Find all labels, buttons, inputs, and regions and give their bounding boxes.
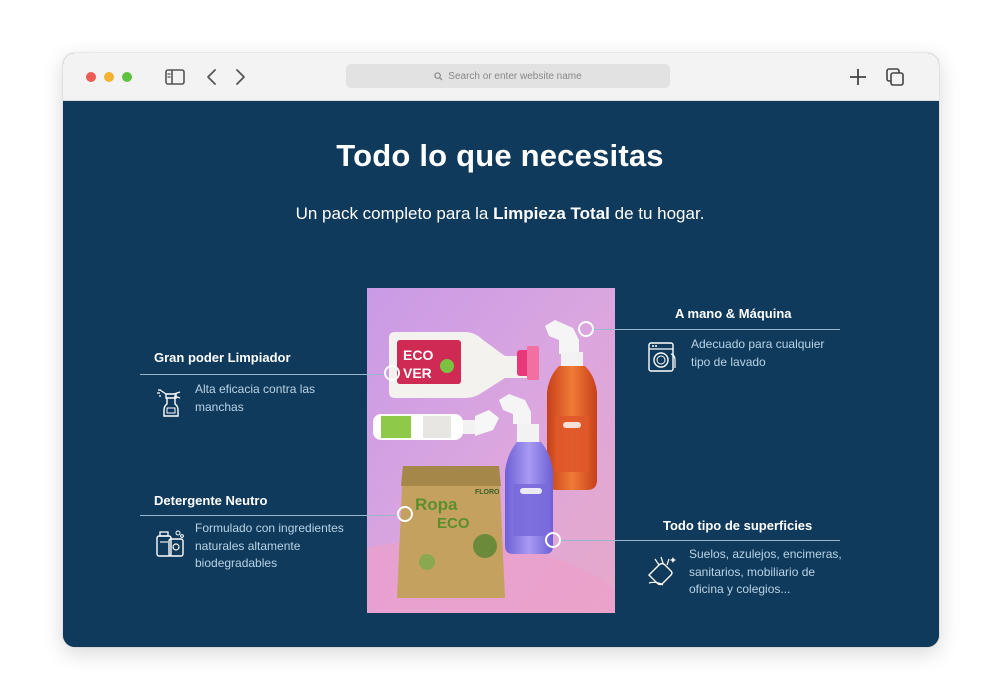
cleaning-products-image: ECO VER Ropa ECO FLORO bbox=[367, 288, 615, 613]
feature-title-superficies: Todo tipo de superficies bbox=[663, 518, 813, 533]
desc-line: biodegradables bbox=[195, 556, 278, 570]
desc-line: Alta eficacia contra las bbox=[195, 382, 316, 396]
spray-bottle-icon bbox=[157, 389, 181, 417]
address-bar[interactable]: Search or enter website name bbox=[346, 64, 670, 88]
hotspot-superficies[interactable] bbox=[545, 532, 561, 548]
sidebar-toggle-icon[interactable] bbox=[164, 66, 186, 88]
page-title: Todo lo que necesitas bbox=[336, 138, 664, 173]
page-subtitle: Un pack completo para la Limpieza Total … bbox=[0, 204, 1000, 224]
connector-line-gran-poder bbox=[140, 374, 386, 375]
feature-desc-gran-poder: Alta eficacia contra las manchas bbox=[195, 381, 315, 416]
subtitle-suffix: de tu hogar. bbox=[609, 204, 705, 223]
search-icon bbox=[434, 71, 443, 81]
cleaning-hand-icon bbox=[648, 556, 676, 586]
back-arrow-icon[interactable] bbox=[201, 66, 223, 88]
ecover-label-top: ECO bbox=[403, 347, 433, 363]
hotspot-mano-maquina[interactable] bbox=[578, 321, 594, 337]
hotspot-gran-poder[interactable] bbox=[384, 365, 400, 381]
pouch-label-ropa: Ropa bbox=[415, 495, 458, 514]
desc-line: oficina y colegios... bbox=[689, 582, 791, 596]
feature-title-detergente: Detergente Neutro bbox=[154, 493, 268, 508]
detergent-icon bbox=[156, 530, 184, 557]
desc-line: manchas bbox=[195, 399, 244, 414]
washing-machine-icon bbox=[648, 342, 676, 372]
connector-line-mano-maquina bbox=[594, 329, 840, 330]
connector-line-superficies bbox=[561, 540, 840, 541]
desc-line: Adecuado para cualquier bbox=[691, 337, 825, 351]
address-placeholder: Search or enter website name bbox=[448, 70, 582, 82]
hotspot-detergente[interactable] bbox=[397, 506, 413, 522]
product-photo: ECO VER Ropa ECO FLORO bbox=[367, 288, 615, 613]
close-window-button[interactable] bbox=[86, 72, 96, 82]
feature-title-gran-poder: Gran poder Limpiador bbox=[154, 350, 291, 365]
minimize-window-button[interactable] bbox=[104, 72, 114, 82]
new-tab-plus-icon[interactable] bbox=[847, 66, 869, 88]
desc-line: naturales altamente bbox=[195, 538, 301, 553]
maximize-window-button[interactable] bbox=[122, 72, 132, 82]
forward-arrow-icon[interactable] bbox=[229, 66, 251, 88]
desc-line: Formulado con ingredientes bbox=[195, 521, 344, 535]
desc-line: Suelos, azulejos, encimeras, bbox=[689, 547, 842, 561]
pouch-brand: FLORO bbox=[475, 489, 500, 496]
tab-overview-icon[interactable] bbox=[884, 66, 906, 88]
connector-line-detergente bbox=[140, 515, 398, 516]
feature-title-mano-maquina: A mano & Máquina bbox=[675, 306, 792, 321]
feature-desc-superficies: Suelos, azulejos, encimeras, sanitarios,… bbox=[689, 546, 842, 599]
subtitle-prefix: Un pack completo para la bbox=[295, 204, 494, 223]
feature-desc-mano-maquina: Adecuado para cualquier tipo de lavado bbox=[691, 336, 824, 371]
desc-line: sanitarios, mobiliario de bbox=[689, 564, 816, 579]
feature-desc-detergente: Formulado con ingredientes naturales alt… bbox=[195, 520, 344, 573]
browser-toolbar: Search or enter website name bbox=[63, 53, 939, 101]
ecover-label-bottom: VER bbox=[403, 365, 432, 381]
subtitle-bold: Limpieza Total bbox=[493, 204, 610, 223]
desc-line: tipo de lavado bbox=[691, 354, 766, 369]
pouch-label-eco: ECO bbox=[437, 515, 470, 532]
